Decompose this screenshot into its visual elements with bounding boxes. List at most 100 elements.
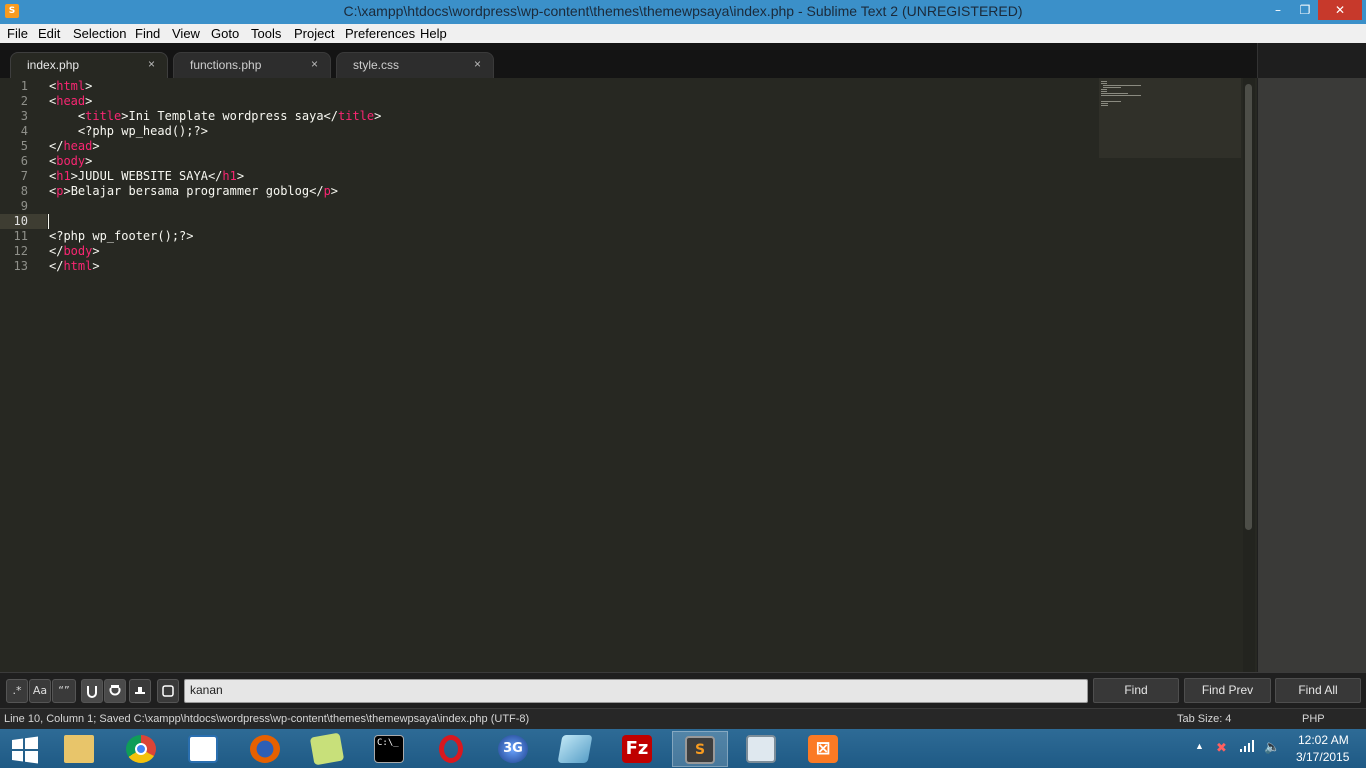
tab-close-icon[interactable]: × xyxy=(474,57,481,71)
tab-index-php[interactable]: index.php × xyxy=(10,52,168,78)
tab-close-icon[interactable]: × xyxy=(148,57,155,71)
tag-name: p xyxy=(323,184,331,198)
highlight-icon[interactable] xyxy=(129,679,151,703)
code-line[interactable]: </head> xyxy=(49,139,100,154)
menu-project[interactable]: Project xyxy=(294,26,334,41)
case-sensitive-toggle[interactable]: Aa xyxy=(29,679,51,703)
code-line[interactable]: <h1>JUDUL WEBSITE SAYA</h1> xyxy=(49,169,244,184)
menu-find[interactable]: Find xyxy=(135,26,160,41)
sublime-text-taskbar-icon[interactable]: S xyxy=(672,731,728,767)
code-line[interactable]: <body> xyxy=(49,154,92,169)
tab-bar: index.php × functions.php × style.css × xyxy=(0,43,1366,78)
line-number: 1 xyxy=(20,79,28,93)
code-text: > xyxy=(85,154,93,168)
menu-preferences[interactable]: Preferences xyxy=(345,26,415,41)
code-line[interactable]: <?php wp_footer();?> xyxy=(49,229,194,244)
find-all-button[interactable]: Find All xyxy=(1275,678,1361,703)
syntax-indicator[interactable]: PHP xyxy=(1302,713,1325,725)
text-caret xyxy=(48,214,49,229)
code-line[interactable]: </body> xyxy=(49,244,100,259)
find-panel: .* Aa “” kanan Find Find Prev Find All xyxy=(0,672,1366,708)
code-text: > xyxy=(236,169,245,183)
minimap-line xyxy=(1103,85,1141,86)
clock-date[interactable]: 3/17/2015 xyxy=(1296,750,1349,764)
opera-icon[interactable] xyxy=(424,731,480,767)
code-line[interactable]: <?php wp_head();?> xyxy=(49,124,208,139)
line-number: 11 xyxy=(13,229,28,243)
line-number: 6 xyxy=(20,154,28,168)
tag-name: title xyxy=(338,109,375,123)
resource-monitor-icon[interactable] xyxy=(734,731,790,767)
in-selection-icon[interactable] xyxy=(104,679,126,703)
menu-edit[interactable]: Edit xyxy=(38,26,60,41)
code-line[interactable]: </html> xyxy=(49,259,100,274)
menu-goto[interactable]: Goto xyxy=(211,26,239,41)
signal-icon[interactable] xyxy=(1240,738,1256,755)
line-number: 9 xyxy=(20,199,28,213)
menu-tools[interactable]: Tools xyxy=(251,26,281,41)
minimap[interactable] xyxy=(1099,78,1241,158)
volume-icon[interactable]: 🔈 xyxy=(1264,739,1280,755)
code-line[interactable]: <html> xyxy=(49,79,92,94)
maximize-button[interactable]: ❐ xyxy=(1292,0,1318,20)
scrollbar-thumb[interactable] xyxy=(1245,84,1252,530)
3g-modem-icon[interactable]: 3G xyxy=(486,731,542,767)
firefox-icon[interactable] xyxy=(238,731,294,767)
tag-name: body xyxy=(63,244,93,258)
menu-view[interactable]: View xyxy=(172,26,200,41)
tab-style-css[interactable]: style.css × xyxy=(336,52,494,78)
status-bar: Line 10, Column 1; Saved C:\xampp\htdocs… xyxy=(0,708,1366,729)
minimap-line xyxy=(1101,105,1108,106)
find-input[interactable]: kanan xyxy=(184,679,1088,703)
box-icon[interactable] xyxy=(157,679,179,703)
code-text: > xyxy=(330,184,339,198)
sticky-notes-icon[interactable] xyxy=(300,731,356,767)
title-bar: S C:\xampp\htdocs\wordpress\wp-content\t… xyxy=(0,0,1366,24)
minimap-line xyxy=(1101,95,1141,96)
tab-functions-php[interactable]: functions.php × xyxy=(173,52,331,78)
menu-selection[interactable]: Selection xyxy=(73,26,126,41)
code-text: >JUDUL WEBSITE SAYA</ xyxy=(70,169,223,183)
line-number: 3 xyxy=(20,109,28,123)
find-button[interactable]: Find xyxy=(1093,678,1179,703)
code-line[interactable]: <title>Ini Template wordpress saya</titl… xyxy=(49,109,381,124)
code-text: </ xyxy=(49,259,64,273)
code-text: > xyxy=(374,109,382,123)
tag-name: h1 xyxy=(56,169,71,183)
menu-file[interactable]: File xyxy=(7,26,28,41)
start-button[interactable] xyxy=(0,731,50,767)
code-text: > xyxy=(85,94,93,108)
code-text: > xyxy=(85,79,93,93)
tag-name: head xyxy=(63,139,93,153)
code-text: > xyxy=(92,244,100,258)
minimize-button[interactable]: – xyxy=(1264,0,1292,20)
code-editor[interactable]: 1 2 3 4 5 6 7 8 9 10 11 12 13 <html> <head> <title>In… xyxy=(0,78,1257,672)
whole-word-toggle[interactable]: “” xyxy=(52,679,76,703)
filezilla-icon[interactable]: Fz xyxy=(610,731,666,767)
tab-label: functions.php xyxy=(190,58,262,72)
clock-time[interactable]: 12:02 AM xyxy=(1298,733,1349,747)
code-text: > xyxy=(92,259,100,273)
line-number: 5 xyxy=(20,139,28,153)
menu-help[interactable]: Help xyxy=(420,26,447,41)
show-hidden-icons[interactable]: ▲ xyxy=(1195,741,1204,751)
line-number: 10 xyxy=(13,214,28,228)
file-explorer-icon[interactable] xyxy=(52,731,108,767)
close-button[interactable]: ✕ xyxy=(1318,0,1362,20)
chrome-icon[interactable] xyxy=(114,731,170,767)
code-line[interactable]: <head> xyxy=(49,94,92,109)
find-prev-button[interactable]: Find Prev xyxy=(1184,678,1271,703)
xampp-icon[interactable]: ⊠ xyxy=(796,731,852,767)
notebook-app-icon[interactable] xyxy=(548,731,604,767)
network-warning-icon[interactable]: ✖ xyxy=(1216,740,1227,756)
command-prompt-icon[interactable]: C:\_ xyxy=(362,731,418,767)
tag-name: title xyxy=(85,109,122,123)
wrap-icon[interactable] xyxy=(81,679,103,703)
minimap-line xyxy=(1101,101,1121,102)
tab-size-indicator[interactable]: Tab Size: 4 xyxy=(1177,713,1231,725)
tab-close-icon[interactable]: × xyxy=(311,57,318,71)
code-line[interactable]: <p>Belajar bersama programmer goblog</p> xyxy=(49,184,338,199)
regex-toggle[interactable]: .* xyxy=(6,679,28,703)
code-text: </ xyxy=(49,139,64,153)
notepad-window-icon[interactable] xyxy=(176,731,232,767)
